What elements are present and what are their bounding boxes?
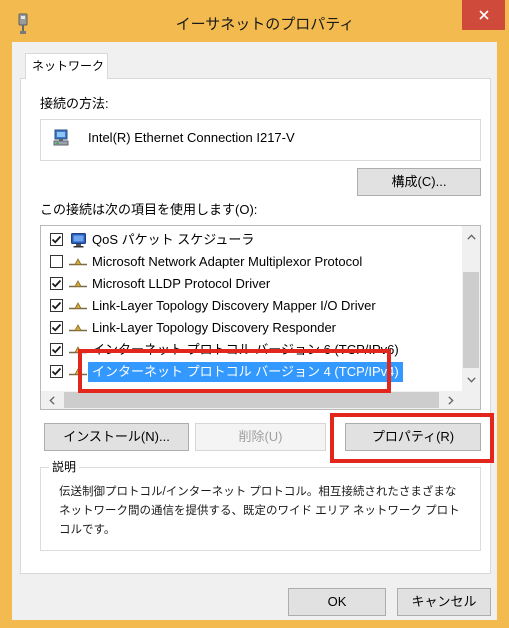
scroll-down-button[interactable] xyxy=(462,369,480,391)
vertical-scroll-thumb[interactable] xyxy=(463,272,479,368)
chevron-right-icon xyxy=(448,395,454,405)
scrollbar-corner xyxy=(462,391,480,409)
list-item-lldp-protocol-driver[interactable]: Microsoft LLDP Protocol Driver xyxy=(41,273,462,295)
window-title: イーサネットのプロパティ xyxy=(175,16,355,33)
chevron-down-icon xyxy=(466,377,476,383)
tab-panel-network: 接続の方法: Intel(R) Ethernet Connection I217… xyxy=(20,78,491,574)
horizontal-scrollbar[interactable] xyxy=(41,391,462,409)
properties-button[interactable]: プロパティ(R) xyxy=(345,423,481,451)
list-item-label: Microsoft Network Adapter Multiplexor Pr… xyxy=(92,254,363,269)
network-adapter-icon xyxy=(16,13,30,35)
connect-using-label: 接続の方法: xyxy=(40,96,109,111)
checkbox[interactable] xyxy=(50,233,63,246)
description-group: 説明 伝送制御プロトコル/インターネット プロトコル。相互接続されたさまざまな … xyxy=(40,459,481,551)
protocol-icon xyxy=(69,364,87,380)
tab-network[interactable]: ネットワーク xyxy=(25,53,108,79)
list-item-tcpipv4[interactable]: インターネット プロトコル バージョン 4 (TCP/IPv4) xyxy=(41,361,462,383)
adapter-field: Intel(R) Ethernet Connection I217-V xyxy=(40,119,481,161)
checkbox[interactable] xyxy=(50,343,63,356)
description-line: ネットワーク間の通信を提供する、既定のワイド エリア ネットワーク プロト xyxy=(59,505,460,517)
ethernet-properties-dialog: { "window": { "title": "イーサネットのプロパティ", "… xyxy=(0,0,509,628)
scroll-right-button[interactable] xyxy=(440,391,462,409)
cancel-button[interactable]: キャンセル xyxy=(397,588,491,616)
list-item-lltd-responder[interactable]: Link-Layer Topology Discovery Responder xyxy=(41,317,462,339)
checkbox[interactable] xyxy=(50,365,63,378)
chevron-left-icon xyxy=(49,395,55,405)
checkbox[interactable] xyxy=(50,277,63,290)
close-button[interactable] xyxy=(462,0,505,30)
vertical-scrollbar[interactable] xyxy=(462,226,480,391)
list-item-qos-packet-scheduler[interactable]: QoS パケット スケジューラ xyxy=(41,229,462,251)
dialog-client-area: ネットワーク 接続の方法: Intel(R) Ethernet Connecti… xyxy=(12,42,497,620)
horizontal-scroll-thumb[interactable] xyxy=(64,392,439,408)
scroll-up-button[interactable] xyxy=(462,226,480,248)
list-item-label: Microsoft LLDP Protocol Driver xyxy=(92,276,271,291)
adapter-name: Intel(R) Ethernet Connection I217-V xyxy=(88,130,295,145)
list-item-multiplexor-protocol[interactable]: Microsoft Network Adapter Multiplexor Pr… xyxy=(41,251,462,273)
ok-button[interactable]: OK xyxy=(288,588,386,616)
title-bar[interactable]: イーサネットのプロパティ xyxy=(0,0,509,42)
protocol-icon xyxy=(69,298,87,314)
list-item-label: Link-Layer Topology Discovery Mapper I/O… xyxy=(92,298,376,313)
configure-button[interactable]: 構成(C)... xyxy=(357,168,481,196)
protocol-icon xyxy=(69,342,87,358)
description-text: 伝送制御プロトコル/インターネット プロトコル。相互接続されたさまざまな ネット… xyxy=(59,483,477,540)
scroll-left-button[interactable] xyxy=(41,391,63,409)
uninstall-button[interactable]: 削除(U) xyxy=(195,423,326,451)
network-adapter-icon xyxy=(52,128,72,148)
checkbox[interactable] xyxy=(50,321,63,334)
qos-scheduler-icon xyxy=(69,232,87,248)
components-label: この接続は次の項目を使用します(O): xyxy=(40,202,258,217)
list-item-lltd-mapper[interactable]: Link-Layer Topology Discovery Mapper I/O… xyxy=(41,295,462,317)
description-label: 説明 xyxy=(49,459,80,475)
description-line: 伝送制御プロトコル/インターネット プロトコル。相互接続されたさまざまな xyxy=(59,486,457,498)
list-item-label: インターネット プロトコル バージョン 4 (TCP/IPv4) xyxy=(88,362,403,382)
description-line: コルです。 xyxy=(59,524,116,536)
protocol-icon xyxy=(69,276,87,292)
components-list[interactable]: QoS パケット スケジューラ Microsoft Network Adapte… xyxy=(40,225,481,410)
protocol-icon xyxy=(69,320,87,336)
list-item-label: インターネット プロトコル バージョン 6 (TCP/IPv6) xyxy=(92,342,399,357)
chevron-up-icon xyxy=(466,234,476,240)
install-button[interactable]: インストール(N)... xyxy=(44,423,189,451)
close-icon xyxy=(478,10,489,20)
protocol-icon xyxy=(69,254,87,270)
list-item-label: Link-Layer Topology Discovery Responder xyxy=(92,320,336,335)
components-list-rows: QoS パケット スケジューラ Microsoft Network Adapte… xyxy=(41,229,462,383)
checkbox[interactable] xyxy=(50,255,63,268)
list-item-label: QoS パケット スケジューラ xyxy=(92,232,255,247)
checkbox[interactable] xyxy=(50,299,63,312)
list-item-tcpipv6[interactable]: インターネット プロトコル バージョン 6 (TCP/IPv6) xyxy=(41,339,462,361)
